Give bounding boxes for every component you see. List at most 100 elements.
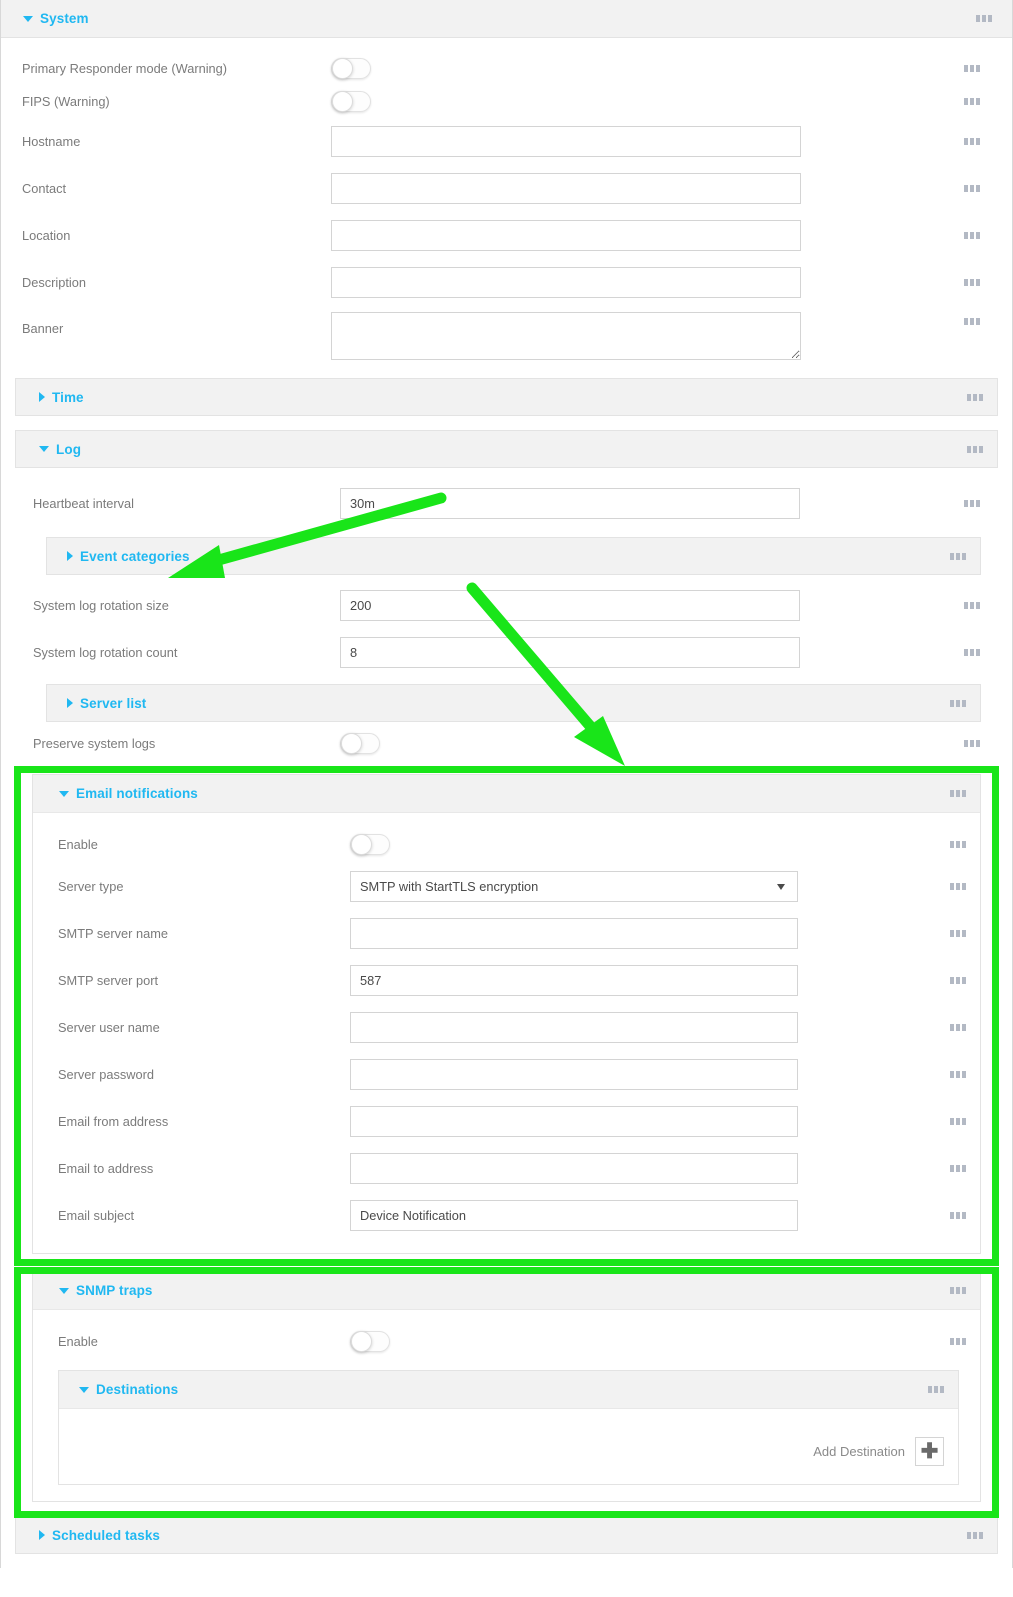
row-preserve-system-logs: Preserve system logs [15,722,998,764]
toggle-knob [332,58,353,79]
select-server-type[interactable]: SMTP with StartTLS encryption [350,871,798,902]
subsection-label-snmp-traps: SNMP traps [76,1283,153,1298]
row-menu-smtp-server-port[interactable] [950,977,966,984]
row-email-to-address: Email to address [33,1145,980,1192]
subsection-menu-event-categories[interactable] [950,552,966,560]
input-smtp-server-name[interactable] [350,918,798,949]
toggle-snmp-enable[interactable] [350,1330,390,1352]
section-label-system: System [40,11,89,26]
toggle-email-enable[interactable] [350,833,390,855]
section-log: Log Heartbeat interval Event categories [1,430,1012,1502]
row-server-user-name: Server user name [33,1004,980,1051]
row-menu-server-type[interactable] [950,883,966,890]
section-menu-system[interactable] [976,15,992,22]
row-menu-server-user-name[interactable] [950,1024,966,1031]
row-menu-email-subject[interactable] [950,1212,966,1219]
subsection-label-email-notifications: Email notifications [76,786,198,801]
section-header-time[interactable]: Time [15,378,998,416]
row-menu-server-password[interactable] [950,1071,966,1078]
label-email-enable: Enable [58,836,98,852]
row-menu-system-log-rotation-size[interactable] [964,602,980,609]
input-email-from-address[interactable] [350,1106,798,1137]
subsection-header-email-notifications[interactable]: Email notifications [33,775,980,813]
row-menu-fips[interactable] [964,98,980,105]
select-server-type-value: SMTP with StartTLS encryption [360,879,539,894]
section-body-log: Heartbeat interval Event categories Syst… [15,468,998,1502]
input-email-to-address[interactable] [350,1153,798,1184]
section-label-scheduled-tasks: Scheduled tasks [52,1527,161,1543]
label-preserve-system-logs: Preserve system logs [33,735,156,751]
row-menu-primary-responder-mode[interactable] [964,65,980,72]
row-menu-heartbeat-interval[interactable] [964,500,980,507]
panel-destinations: Destinations Add Destination ✚ [58,1370,959,1485]
panel-snmp-traps: SNMP traps Enable Destinations Add Desti… [32,1271,981,1502]
input-location[interactable] [331,220,801,251]
row-menu-preserve-system-logs[interactable] [964,739,980,747]
row-menu-hostname[interactable] [964,138,980,145]
add-destination-button[interactable]: ✚ [915,1437,944,1466]
row-menu-email-to-address[interactable] [950,1165,966,1172]
label-description: Description [22,275,87,290]
add-destination-label: Add Destination [813,1444,905,1459]
toggle-fips[interactable] [331,91,371,112]
add-destination-row: Add Destination ✚ [59,1437,958,1484]
row-email-subject: Email subject [33,1192,980,1239]
subsection-header-event-categories[interactable]: Event categories [46,537,981,575]
row-snmp-enable: Enable [33,1322,980,1360]
section-menu-time[interactable] [967,393,983,401]
settings-page: System Primary Responder mode (Warning) … [0,0,1013,1597]
row-menu-contact[interactable] [964,185,980,192]
textarea-banner[interactable] [331,312,801,360]
subsection-menu-server-list[interactable] [950,699,966,707]
subsection-header-destinations[interactable]: Destinations [59,1371,958,1409]
input-heartbeat-interval[interactable] [340,488,800,519]
subsection-body-snmp-traps: Enable Destinations Add Destination ✚ [33,1310,980,1501]
row-menu-email-enable[interactable] [950,840,966,848]
row-menu-email-from-address[interactable] [950,1118,966,1125]
toggle-primary-responder-mode[interactable] [331,58,371,79]
input-server-password[interactable] [350,1059,798,1090]
section-system: System Primary Responder mode (Warning) … [1,0,1012,378]
input-system-log-rotation-size[interactable] [340,590,800,621]
subsection-menu-destinations[interactable] [928,1386,944,1393]
row-banner: Banner [1,306,1012,368]
section-header-scheduled-tasks[interactable]: Scheduled tasks [15,1516,998,1554]
subsection-menu-snmp-traps[interactable] [950,1287,966,1294]
section-title-log: Log [39,442,81,457]
toggle-preserve-system-logs[interactable] [340,732,380,754]
toggle-knob [341,732,362,754]
row-smtp-server-port: SMTP server port [33,957,980,1004]
subsection-header-snmp-traps[interactable]: SNMP traps [33,1272,980,1310]
label-server-user-name: Server user name [58,1020,160,1035]
input-contact[interactable] [331,173,801,204]
row-menu-banner[interactable] [964,318,980,325]
input-hostname[interactable] [331,126,801,157]
row-menu-location[interactable] [964,232,980,239]
subsection-email-notifications-wrap: Email notifications Enable Server type S… [15,764,998,1254]
row-menu-description[interactable] [964,279,980,286]
subsection-event-categories-wrap: Event categories [15,527,998,575]
chevron-down-icon [59,1287,69,1294]
row-menu-smtp-server-name[interactable] [950,930,966,937]
subsection-header-server-list[interactable]: Server list [46,684,981,722]
subsection-snmp-traps-wrap: SNMP traps Enable Destinations Add Desti… [15,1254,998,1502]
input-server-user-name[interactable] [350,1012,798,1043]
section-scheduled-tasks: Scheduled tasks [1,1516,1012,1568]
row-menu-snmp-enable[interactable] [950,1337,966,1345]
section-menu-scheduled-tasks[interactable] [967,1531,983,1539]
section-header-log[interactable]: Log [15,430,998,468]
row-menu-system-log-rotation-count[interactable] [964,649,980,656]
row-smtp-server-name: SMTP server name [33,910,980,957]
label-email-subject: Email subject [58,1208,135,1223]
section-header-system[interactable]: System [1,0,1012,38]
settings-container: System Primary Responder mode (Warning) … [0,0,1013,1568]
subsection-menu-email-notifications[interactable] [950,790,966,797]
input-system-log-rotation-count[interactable] [340,637,800,668]
toggle-knob [351,833,372,855]
input-description[interactable] [331,267,801,298]
input-email-subject[interactable] [350,1200,798,1231]
input-smtp-server-port[interactable] [350,965,798,996]
section-label-log: Log [56,441,82,457]
section-menu-log[interactable] [967,445,983,453]
